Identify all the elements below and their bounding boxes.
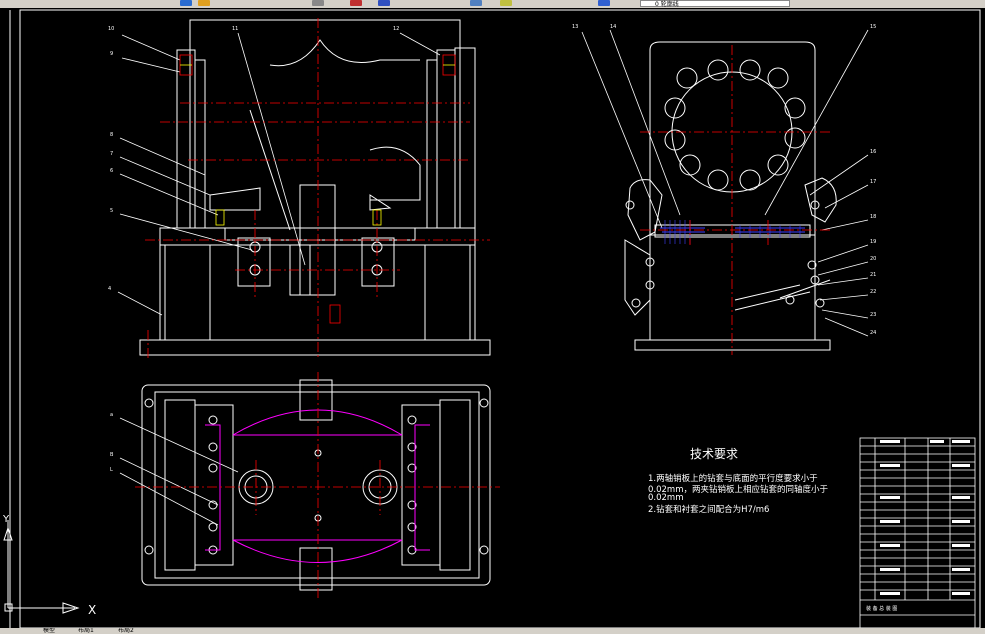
zoom-window-icon[interactable]	[378, 0, 390, 6]
redo-icon[interactable]	[198, 0, 210, 6]
title-block-text-bars	[880, 440, 970, 595]
svg-text:9: 9	[110, 51, 113, 57]
side-view	[581, 29, 869, 351]
layout-tabs: 模型 布局1 布局2	[0, 628, 985, 634]
svg-text:18: 18	[870, 214, 876, 220]
design-center-icon[interactable]	[500, 0, 512, 6]
layer-dropdown[interactable]: 0 轮廓线	[640, 0, 790, 8]
svg-text:15: 15	[870, 24, 876, 30]
front-view-details	[179, 54, 456, 324]
svg-text:4: 4	[108, 286, 111, 292]
undo-icon[interactable]	[180, 0, 192, 6]
technical-requirements-title: 技术要求	[690, 447, 739, 461]
svg-text:16: 16	[870, 149, 876, 155]
technical-requirement-line: 0.02mm	[648, 493, 684, 503]
front-view-leaders	[117, 32, 441, 316]
svg-text:11: 11	[232, 26, 238, 32]
svg-text:23: 23	[870, 312, 876, 318]
plan-view-centerlines	[135, 372, 500, 600]
svg-text:5: 5	[110, 208, 113, 214]
title-block-footer: 装 备 总 装 图	[866, 605, 897, 612]
svg-text:21: 21	[870, 272, 876, 278]
svg-text:8: 8	[110, 132, 113, 138]
svg-text:12: 12	[393, 26, 399, 32]
svg-text:L: L	[110, 467, 113, 473]
svg-text:6: 6	[110, 168, 113, 174]
plan-view	[119, 379, 491, 591]
side-view-centerlines	[640, 45, 830, 355]
technical-requirement-line: 2.钻套和衬套之间配合为H7/m6	[648, 505, 770, 515]
plan-view-labels: a B L	[110, 412, 114, 473]
zoom-icon[interactable]	[350, 0, 362, 6]
side-view-threads	[660, 220, 805, 244]
properties-icon[interactable]	[470, 0, 482, 6]
svg-text:14: 14	[610, 24, 616, 30]
svg-text:20: 20	[870, 256, 876, 262]
ucs-icon	[3, 520, 80, 614]
svg-text:10: 10	[108, 26, 114, 32]
ucs-x-label: X	[88, 603, 96, 617]
svg-text:13: 13	[572, 24, 578, 30]
ucs-y-label: Y	[2, 514, 10, 525]
svg-text:19: 19	[870, 239, 876, 245]
front-view	[117, 19, 491, 356]
tab-model[interactable]: 模型	[40, 628, 58, 634]
cad-drawing-canvas[interactable]: 10 9 8 7 6 5 4 11 12 13 14 15 16 17 18 1…	[0, 8, 985, 630]
svg-text:22: 22	[870, 289, 876, 295]
plan-view-holes	[144, 398, 489, 555]
help-icon[interactable]	[598, 0, 610, 6]
svg-text:a: a	[110, 412, 113, 418]
pan-icon[interactable]	[312, 0, 324, 6]
svg-text:7: 7	[110, 151, 113, 157]
side-view-part-labels: 13 14 15 16 17 18 19 20 21 22 23 24 25	[572, 24, 876, 336]
toolbar: 0 轮廓线	[0, 0, 985, 8]
svg-text:B: B	[110, 452, 114, 458]
svg-text:17: 17	[870, 179, 876, 185]
svg-text:24: 24	[870, 330, 876, 336]
tab-layout1[interactable]: 布局1	[75, 628, 97, 634]
tab-layout2[interactable]: 布局2	[115, 628, 137, 634]
